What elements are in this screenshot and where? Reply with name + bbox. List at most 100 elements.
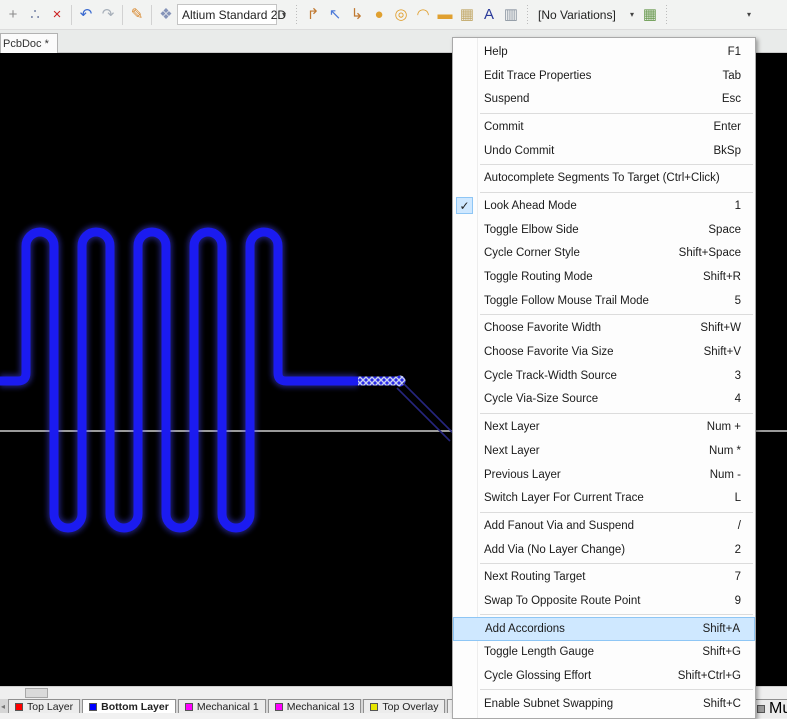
- menu-item-edit-trace-properties[interactable]: Edit Trace Properties Tab: [453, 64, 755, 88]
- layer-tab-label: Mechanical 13: [287, 701, 355, 713]
- menu-item-look-ahead-mode[interactable]: ✓Look Ahead Mode1: [453, 194, 755, 218]
- layer-tab-top-overlay[interactable]: Top Overlay: [363, 699, 445, 713]
- menu-item-label: Autocomplete Segments To Target (Ctrl+Cl…: [484, 172, 729, 184]
- menu-item-label: Switch Layer For Current Trace: [484, 492, 723, 504]
- menu-item-cycle-track-width-source[interactable]: Cycle Track-Width Source3: [453, 364, 755, 388]
- crosshair-icon[interactable]: +: [2, 4, 24, 26]
- menu-item-label: Add Accordions: [485, 623, 691, 635]
- menu-item-label: Choose Favorite Via Size: [484, 346, 692, 358]
- fill-icon[interactable]: ▬: [434, 4, 456, 26]
- empty-combo-caret[interactable]: ▾: [742, 4, 756, 25]
- menu-item-shortcut: 2: [735, 544, 741, 556]
- menu-item-add-accordions[interactable]: Add Accordions Shift+A: [453, 617, 755, 641]
- toolbar-separator: [122, 5, 123, 25]
- menu-separator: [480, 563, 753, 564]
- undo-icon[interactable]: ↶: [75, 4, 97, 26]
- route-icon[interactable]: ↱: [302, 4, 324, 26]
- empty-combo[interactable]: [672, 4, 742, 25]
- menu-separator: [480, 512, 753, 513]
- menu-item-undo-commit[interactable]: Undo CommitBkSp: [453, 139, 755, 163]
- menu-item-next-layer[interactable]: Next LayerNum +: [453, 415, 755, 439]
- menu-item-shortcut: BkSp: [714, 145, 742, 157]
- menu-item-add-fanout-via-and-suspend[interactable]: Add Fanout Via and Suspend/: [453, 514, 755, 538]
- menu-item-switch-layer-for-current-trace[interactable]: Switch Layer For Current TraceL: [453, 486, 755, 510]
- wand-icon[interactable]: ✎: [126, 4, 148, 26]
- clear-snap-icon[interactable]: ×: [46, 4, 68, 26]
- lookahead-line: [397, 388, 450, 441]
- toolbar-separator: [71, 5, 72, 25]
- layer-color-chip: [757, 705, 765, 713]
- menu-item-add-via-no-layer-change[interactable]: Add Via (No Layer Change) 2: [453, 538, 755, 562]
- menu-item-shortcut: 9: [735, 595, 741, 607]
- menu-item-label: Choose Favorite Width: [484, 322, 688, 334]
- pad-icon[interactable]: ●: [368, 4, 390, 26]
- menu-item-enable-subnet-swapping[interactable]: Enable Subnet SwappingShift+C: [453, 692, 755, 716]
- menu-item-shortcut: Shift+R: [703, 271, 741, 283]
- arc-icon[interactable]: ◠: [412, 4, 434, 26]
- layer-tab-label: Multi-Lay: [769, 700, 787, 718]
- menu-separator: [480, 113, 753, 114]
- via-icon[interactable]: ◎: [390, 4, 412, 26]
- menu-item-cycle-corner-style[interactable]: Cycle Corner StyleShift+Space: [453, 242, 755, 266]
- menu-item-help[interactable]: HelpF1: [453, 40, 755, 64]
- component-icon[interactable]: ▥: [500, 4, 522, 26]
- menu-item-choose-favorite-via-size[interactable]: Choose Favorite Via SizeShift+V: [453, 340, 755, 364]
- routing-context-menu: HelpF1 Edit Trace Properties Tab SuspendEsc…: [452, 37, 756, 719]
- menu-item-shortcut: Shift+A: [703, 623, 740, 635]
- menu-item-toggle-routing-mode[interactable]: Toggle Routing Mode Shift+R: [453, 265, 755, 289]
- menu-item-label: Edit Trace Properties: [484, 70, 710, 82]
- menu-item-previous-layer[interactable]: Previous LayerNum -: [453, 463, 755, 487]
- pad-array-icon[interactable]: ▦: [456, 4, 478, 26]
- serpentine-trace[interactable]: [0, 232, 358, 528]
- redo-icon[interactable]: ↷: [97, 4, 119, 26]
- menu-item-label: Add Via (No Layer Change): [484, 544, 723, 556]
- layer-color-chip: [370, 703, 378, 711]
- lookahead-line: [403, 383, 456, 436]
- view-mode-combo[interactable]: Altium Standard 2D: [177, 4, 277, 25]
- menu-item-toggle-elbow-side[interactable]: Toggle Elbow SideSpace: [453, 218, 755, 242]
- menu-item-label: Toggle Follow Mouse Trail Mode: [484, 295, 723, 307]
- menu-separator: [480, 192, 753, 193]
- menu-item-label: Help: [484, 46, 716, 58]
- menu-separator: [480, 314, 753, 315]
- layer-tab-top-layer[interactable]: Top Layer: [8, 699, 80, 713]
- menu-item-cycle-glossing-effort[interactable]: Cycle Glossing EffortShift+Ctrl+G: [453, 664, 755, 688]
- menu-item-toggle-length-gauge[interactable]: Toggle Length GaugeShift+G: [453, 641, 755, 665]
- menu-item-cycle-via-size-source[interactable]: Cycle Via-Size Source4: [453, 388, 755, 412]
- menu-item-label: Add Fanout Via and Suspend: [484, 520, 726, 532]
- main-toolbar: +∴×↶↷✎❖Altium Standard 2D▾↱↖↳●◎◠▬▦A▥[No …: [0, 0, 787, 30]
- menu-item-suspend[interactable]: SuspendEsc: [453, 87, 755, 111]
- menu-item-toggle-follow-mouse-trail-mode[interactable]: Toggle Follow Mouse Trail Mode5: [453, 289, 755, 313]
- select-pointer-icon[interactable]: ↖: [324, 4, 346, 26]
- checkmark-icon: ✓: [456, 197, 473, 214]
- snap-nodes-icon[interactable]: ∴: [24, 4, 46, 26]
- layer-tab-mechanical-1[interactable]: Mechanical 1: [178, 699, 266, 713]
- menu-item-shortcut: Num *: [709, 445, 741, 457]
- menu-item-next-routing-target[interactable]: Next Routing Target7: [453, 565, 755, 589]
- layer-tab-bottom-layer[interactable]: Bottom Layer: [82, 699, 176, 713]
- document-tab[interactable]: PcbDoc *: [0, 33, 58, 53]
- menu-item-label: Look Ahead Mode: [484, 200, 723, 212]
- scrollbar-thumb[interactable]: [25, 688, 48, 698]
- menu-item-autocomplete-segments-to-target-ctrl-click[interactable]: Autocomplete Segments To Target (Ctrl+Cl…: [453, 166, 755, 190]
- menu-item-label: Cycle Via-Size Source: [484, 393, 723, 405]
- active-route-segment[interactable]: [358, 377, 400, 386]
- menu-item-swap-to-opposite-route-point[interactable]: Swap To Opposite Route Point9: [453, 589, 755, 613]
- layer-tab-mechanical-13[interactable]: Mechanical 13: [268, 699, 362, 713]
- tab-scroll-left-icon[interactable]: ◂: [0, 699, 6, 713]
- route-diff-pair-icon[interactable]: ↳: [346, 4, 368, 26]
- view-mode-caret[interactable]: ▾: [277, 4, 291, 25]
- string-icon[interactable]: A: [478, 4, 500, 26]
- menu-item-shortcut: Shift+C: [703, 698, 741, 710]
- menu-item-label: Cycle Track-Width Source: [484, 370, 723, 382]
- menu-item-label: Toggle Routing Mode: [484, 271, 691, 283]
- variant-chip-icon[interactable]: ▦: [639, 4, 661, 26]
- preferences-icon[interactable]: ❖: [155, 4, 177, 26]
- menu-item-shortcut: Tab: [722, 70, 741, 82]
- menu-item-next-layer[interactable]: Next LayerNum *: [453, 439, 755, 463]
- variations-combo[interactable]: [No Variations]: [533, 4, 625, 25]
- menu-item-commit[interactable]: CommitEnter: [453, 115, 755, 139]
- menu-separator: [480, 689, 753, 690]
- menu-item-choose-favorite-width[interactable]: Choose Favorite WidthShift+W: [453, 317, 755, 341]
- variations-caret[interactable]: ▾: [625, 4, 639, 25]
